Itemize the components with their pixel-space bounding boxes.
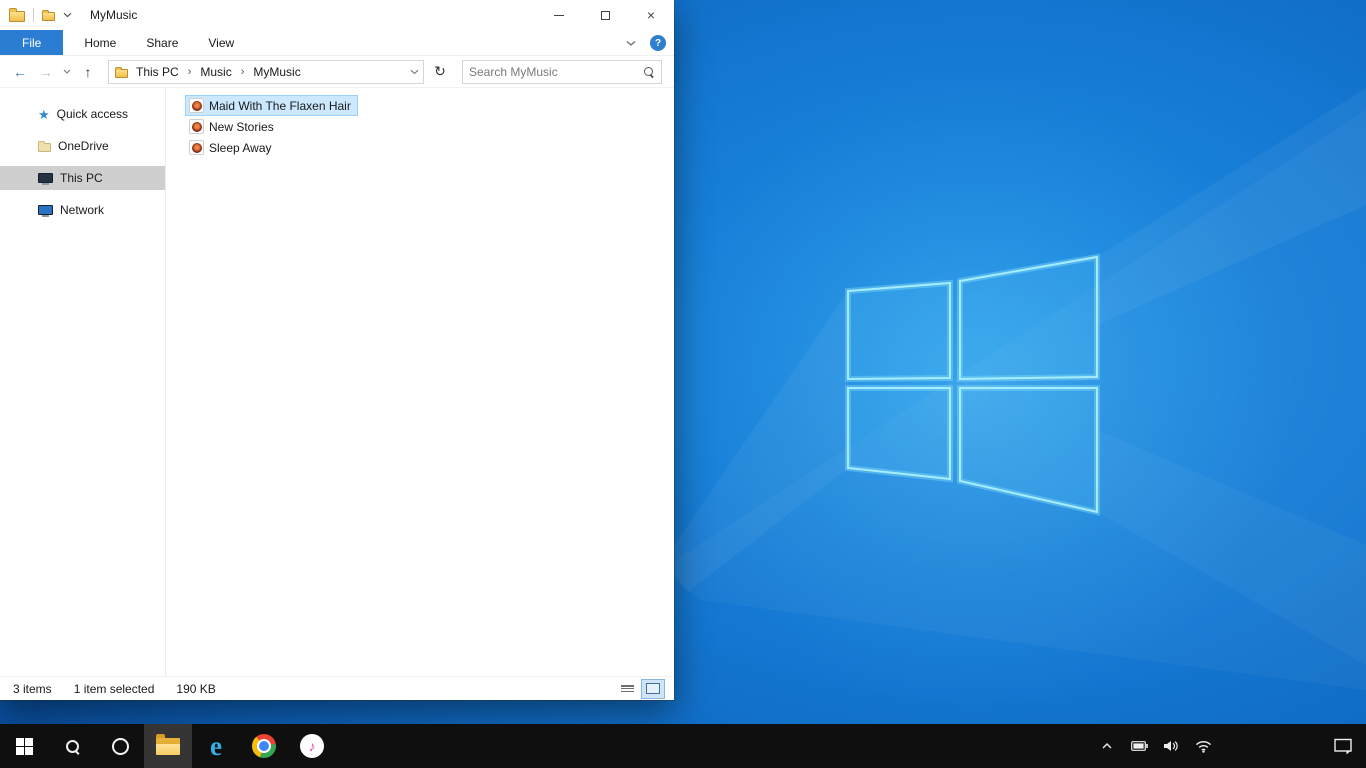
media-file-icon: [189, 119, 204, 134]
sidebar-item-network[interactable]: Network: [0, 198, 165, 222]
back-button[interactable]: ←: [8, 60, 32, 84]
network-button[interactable]: [1190, 724, 1216, 768]
navigation-bar: ← → ↑ This PC › Music › MyMusic ↻: [0, 56, 674, 88]
sidebar-item-label: OneDrive: [58, 139, 109, 153]
icons-view-button[interactable]: [641, 678, 665, 699]
title-bar[interactable]: MyMusic ×: [0, 0, 674, 30]
recent-locations-icon[interactable]: [60, 69, 74, 74]
icons-view-icon: [646, 683, 660, 694]
battery-button[interactable]: [1126, 724, 1152, 768]
onedrive-icon: [38, 141, 51, 152]
close-button[interactable]: ×: [628, 0, 674, 30]
address-dropdown-icon[interactable]: [410, 69, 419, 75]
itunes-icon: ♪: [300, 734, 324, 758]
tab-view[interactable]: View: [193, 30, 249, 55]
forward-button[interactable]: →: [34, 60, 58, 84]
tab-file[interactable]: File: [0, 30, 64, 55]
minimize-button[interactable]: [536, 0, 582, 30]
internet-explorer-icon: e: [210, 730, 222, 761]
volume-button[interactable]: [1158, 724, 1184, 768]
address-folder-icon: [115, 66, 128, 78]
taskbar: e ♪: [0, 724, 1366, 768]
wifi-icon: [1195, 740, 1211, 753]
tab-home[interactable]: Home: [69, 30, 131, 55]
breadcrumb-separator-icon: ›: [187, 65, 192, 78]
search-icon[interactable]: [643, 66, 655, 78]
window-title: MyMusic: [90, 8, 138, 22]
breadcrumb-this-pc[interactable]: This PC: [130, 63, 185, 81]
sidebar-item-this-pc[interactable]: This PC: [0, 166, 165, 190]
chrome-icon: [252, 734, 276, 758]
explorer-window: MyMusic × File Home Share View ? ← → ↑ T…: [0, 0, 674, 700]
details-view-icon: [620, 683, 634, 694]
action-center-button[interactable]: [1324, 724, 1362, 768]
ribbon-tab-row: File Home Share View ?: [0, 30, 674, 56]
taskbar-itunes-button[interactable]: ♪: [288, 724, 336, 768]
battery-icon: [1130, 741, 1148, 751]
status-bar: 3 items 1 item selected 190 KB: [0, 676, 674, 700]
taskbar-internet-explorer-button[interactable]: e: [192, 724, 240, 768]
file-name: Sleep Away: [209, 140, 272, 155]
network-icon: [38, 205, 53, 217]
cortana-icon: [111, 737, 129, 755]
qat-folder-icon[interactable]: [42, 10, 55, 21]
sidebar-item-label: Network: [60, 203, 105, 217]
sidebar-item-onedrive[interactable]: OneDrive: [0, 134, 165, 158]
file-row[interactable]: New Stories: [185, 116, 281, 137]
taskbar-chrome-button[interactable]: [240, 724, 288, 768]
tab-share[interactable]: Share: [131, 30, 193, 55]
speaker-icon: [1163, 741, 1178, 751]
navigation-pane: ★ Quick access OneDrive This PC Network: [0, 88, 166, 676]
chevron-up-icon: [1102, 743, 1112, 749]
breadcrumb-mymusic[interactable]: MyMusic: [247, 63, 306, 81]
media-file-icon: [189, 140, 204, 155]
status-item-count: 3 items: [13, 681, 52, 696]
search-box[interactable]: [462, 59, 662, 84]
sidebar-item-label: This PC: [60, 171, 103, 185]
status-selection: 1 item selected: [73, 681, 155, 696]
search-input[interactable]: [469, 64, 643, 79]
action-center-icon: [1333, 738, 1352, 754]
refresh-button[interactable]: ↻: [428, 60, 452, 84]
windows-logo-icon: [15, 737, 33, 755]
up-button[interactable]: ↑: [76, 60, 100, 84]
media-file-icon: [189, 98, 204, 113]
tray-expand-button[interactable]: [1094, 724, 1120, 768]
expand-ribbon-icon[interactable]: [626, 40, 636, 47]
taskbar-search-button[interactable]: [48, 724, 96, 768]
minimize-icon: [554, 14, 564, 16]
address-bar[interactable]: This PC › Music › MyMusic: [108, 59, 424, 84]
file-name: Maid With The Flaxen Hair: [209, 98, 351, 113]
close-icon: ×: [646, 7, 656, 23]
help-button[interactable]: ?: [650, 35, 666, 51]
file-row[interactable]: Maid With The Flaxen Hair: [185, 95, 358, 116]
qat-customize-icon[interactable]: [63, 12, 72, 18]
cortana-button[interactable]: [96, 724, 144, 768]
app-folder-icon: [9, 8, 25, 22]
file-name: New Stories: [209, 119, 274, 134]
maximize-button[interactable]: [582, 0, 628, 30]
maximize-icon: [600, 10, 610, 20]
taskbar-file-explorer-button[interactable]: [144, 724, 192, 768]
file-row[interactable]: Sleep Away: [185, 137, 279, 158]
quick-access-star-icon: ★: [38, 106, 50, 122]
sidebar-item-quick-access[interactable]: ★ Quick access: [0, 102, 165, 126]
breadcrumb-music[interactable]: Music: [194, 63, 237, 81]
this-pc-icon: [38, 173, 53, 185]
search-icon: [65, 739, 80, 754]
qat-separator: [33, 8, 34, 22]
file-list: Maid With The Flaxen Hair New Stories Sl…: [166, 88, 674, 676]
breadcrumb-separator-icon: ›: [240, 65, 245, 78]
status-size: 190 KB: [176, 681, 216, 696]
start-button[interactable]: [0, 724, 48, 768]
sidebar-item-label: Quick access: [56, 107, 129, 121]
file-explorer-icon: [156, 733, 180, 755]
details-view-button[interactable]: [616, 680, 638, 698]
